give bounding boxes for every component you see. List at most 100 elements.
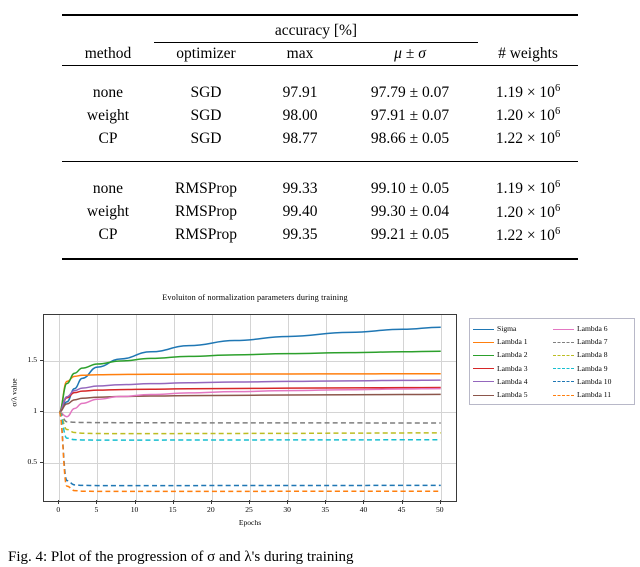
cell-optimizer: SGD (190, 129, 222, 147)
cell-method: weight (86, 106, 130, 124)
y-axis-label: σ/λ value (9, 378, 19, 407)
column-header-max: max (286, 45, 314, 62)
chart-line-lambda-1 (58, 373, 441, 413)
cell-method: weight (86, 203, 130, 221)
legend-label: Lambda 2 (497, 350, 528, 360)
legend-label: Lambda 5 (497, 390, 528, 400)
x-tick-label: 45 (397, 505, 406, 514)
legend-item-lambda-3[interactable]: Lambda 3 (473, 362, 551, 375)
legend-label: Sigma (497, 324, 517, 334)
group-spacer (62, 166, 578, 177)
y-tick-mark (39, 411, 43, 413)
x-tick-mark (287, 500, 289, 504)
x-tick-mark (134, 500, 136, 504)
column-header-weights: # weights (498, 44, 558, 62)
table-row: CP SGD 98.77 98.66 ± 0.05 1.22 × 106 (62, 127, 578, 150)
cell-method: CP (98, 129, 118, 147)
weights-exponent: 6 (554, 83, 561, 94)
chart-line-lambda-7 (59, 411, 441, 424)
legend-item-lambda-9[interactable]: Lambda 9 (553, 362, 631, 375)
x-tick-label: 0 (56, 505, 61, 514)
legend-swatch-icon (473, 381, 494, 383)
cell-weights: 1.20 × 106 (478, 201, 578, 224)
legend-label: Lambda 6 (577, 324, 608, 334)
legend-item-lambda-1[interactable]: Lambda 1 (473, 335, 551, 348)
x-tick-label: 50 (435, 505, 444, 514)
group-header-spacer-right (478, 20, 578, 43)
weights-exponent: 6 (554, 129, 561, 141)
weights-mantissa: 1.22 × 10 (495, 130, 555, 148)
legend-swatch-icon (553, 341, 574, 343)
legend-item-lambda-5[interactable]: Lambda 5 (473, 388, 551, 401)
legend-swatch-icon (553, 394, 574, 396)
table-header-row: method optimizer max μ ± σ # weights (62, 43, 578, 66)
table-row: CP RMSProp 99.35 99.21 ± 0.05 1.22 × 106 (62, 224, 578, 247)
legend-swatch-icon (473, 394, 494, 396)
weights-exponent: 6 (554, 179, 561, 191)
weights-mantissa: 1.19 × 10 (495, 84, 555, 102)
figure-caption: Fig. 4: Plot of the progression of σ and… (8, 549, 354, 565)
legend-swatch-icon (553, 381, 574, 383)
weights-exponent: 6 (554, 225, 561, 237)
x-tick-label: 10 (130, 505, 139, 514)
legend-item-lambda-10[interactable]: Lambda 10 (553, 375, 631, 388)
cell-method: none (92, 83, 124, 101)
legend-item-lambda-7[interactable]: Lambda 7 (553, 335, 631, 348)
x-tick-mark (96, 500, 98, 504)
legend-label: Lambda 3 (497, 363, 528, 373)
legend-label: Lambda 11 (577, 390, 612, 400)
legend-item-lambda-8[interactable]: Lambda 8 (553, 348, 631, 361)
y-tick-mark (39, 359, 43, 361)
x-tick-mark (401, 500, 403, 504)
legend-item-lambda-4[interactable]: Lambda 4 (473, 375, 551, 388)
weights-exponent: 6 (554, 202, 561, 214)
x-tick-label: 30 (283, 505, 291, 514)
group-spacer (62, 247, 578, 259)
cell-weights: 1.20 × 106 (478, 104, 578, 127)
results-table-body: accuracy [%] method optimizer max μ ± σ … (62, 14, 578, 264)
legend-swatch-icon (473, 368, 494, 370)
legend-label: Lambda 4 (497, 376, 528, 386)
x-tick-label: 15 (168, 505, 177, 514)
cell-mu-sigma: 99.30 ± 0.04 (370, 203, 450, 221)
y-tick-label: 1 (33, 406, 37, 416)
table-row: weight SGD 98.00 97.91 ± 0.07 1.20 × 106 (62, 104, 578, 127)
legend-label: Lambda 1 (497, 337, 528, 347)
cell-method: CP (98, 226, 118, 244)
legend-swatch-icon (553, 328, 574, 330)
legend-label: Lambda 7 (577, 337, 608, 347)
group-header-accuracy: accuracy [%] (154, 20, 478, 43)
cell-optimizer: SGD (190, 83, 222, 101)
cell-optimizer: RMSProp (174, 226, 238, 244)
legend-label: Lambda 9 (577, 363, 608, 373)
cell-optimizer: RMSProp (174, 180, 238, 198)
legend-swatch-icon (553, 368, 574, 370)
legend-item-lambda-11[interactable]: Lambda 11 (553, 388, 631, 401)
x-tick-label: 20 (207, 505, 215, 514)
cell-max: 98.00 (282, 106, 318, 124)
legend-item-lambda-6[interactable]: Lambda 6 (553, 322, 631, 335)
y-tick-mark (39, 462, 43, 464)
cell-mu-sigma: 97.79 ± 0.07 (370, 83, 450, 101)
x-tick-mark (439, 500, 441, 504)
cell-mu-sigma: 99.21 ± 0.05 (370, 226, 450, 244)
x-tick-label: 40 (359, 505, 368, 514)
chart-line-sigma (59, 326, 441, 413)
weights-mantissa: 1.20 × 10 (495, 107, 555, 125)
x-tick-mark (325, 500, 327, 504)
column-header-optimizer: optimizer (176, 45, 236, 62)
cell-max: 99.33 (282, 180, 318, 198)
legend-item-sigma[interactable]: Sigma (473, 322, 551, 335)
chart-title: Evoluiton of normalization parameters du… (162, 293, 348, 302)
table-row: none RMSProp 99.33 99.10 ± 0.05 1.19 × 1… (62, 177, 578, 200)
x-tick-label: 25 (245, 505, 253, 514)
legend-item-lambda-2[interactable]: Lambda 2 (473, 348, 551, 361)
x-tick-label: 35 (321, 505, 330, 514)
table-row: none SGD 97.91 97.79 ± 0.07 1.19 × 106 (62, 81, 578, 104)
results-table-container: accuracy [%] method optimizer max μ ± σ … (62, 14, 578, 264)
cell-weights: 1.19 × 106 (478, 81, 578, 104)
column-header-method: method (84, 44, 132, 62)
x-tick-label: 5 (94, 505, 99, 514)
y-tick-label: 1.5 (27, 354, 38, 364)
group-spacer (62, 70, 578, 81)
